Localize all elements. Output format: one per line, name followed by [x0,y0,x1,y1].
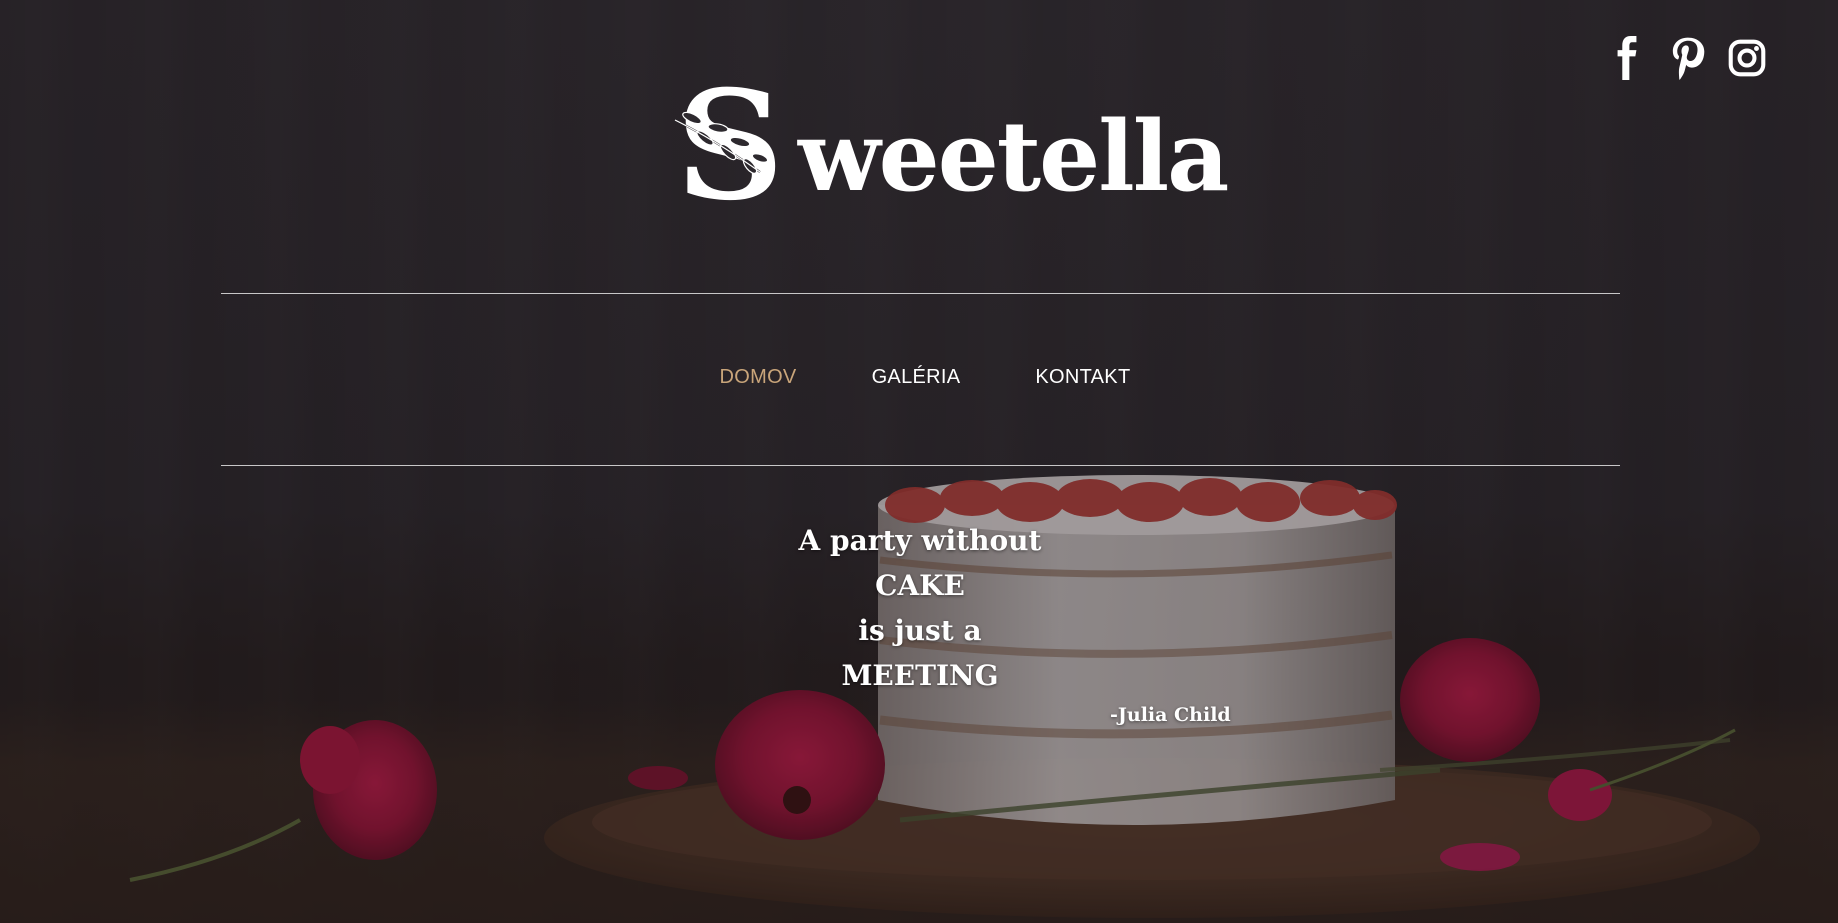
header-divider-bottom [221,465,1620,466]
instagram-icon[interactable] [1728,36,1766,80]
pinterest-icon[interactable] [1668,36,1706,80]
quote-line: MEETING [841,659,999,692]
hero-quote: A party without CAKE is just a MEETING [720,518,1120,698]
hero-section: S weetella DOMOV GALÉRIA KONTAKT A party… [0,0,1838,923]
social-links [1608,36,1766,80]
logo-s-monogram: S [674,80,784,220]
brand-logo[interactable]: S weetella [670,80,1229,220]
header-divider-top [221,293,1620,294]
logo-wordmark: weetella [798,100,1229,213]
main-navigation: DOMOV GALÉRIA KONTAKT [6,366,1838,389]
nav-item-galeria[interactable]: GALÉRIA [872,366,961,389]
quote-line: A party without [798,524,1042,557]
quote-author: -Julia Child [1110,704,1231,726]
facebook-icon[interactable] [1608,36,1646,80]
quote-line: CAKE [875,569,965,602]
nav-item-kontakt[interactable]: KONTAKT [1035,366,1130,389]
nav-item-domov[interactable]: DOMOV [720,366,797,389]
quote-line: is just a [858,614,982,647]
